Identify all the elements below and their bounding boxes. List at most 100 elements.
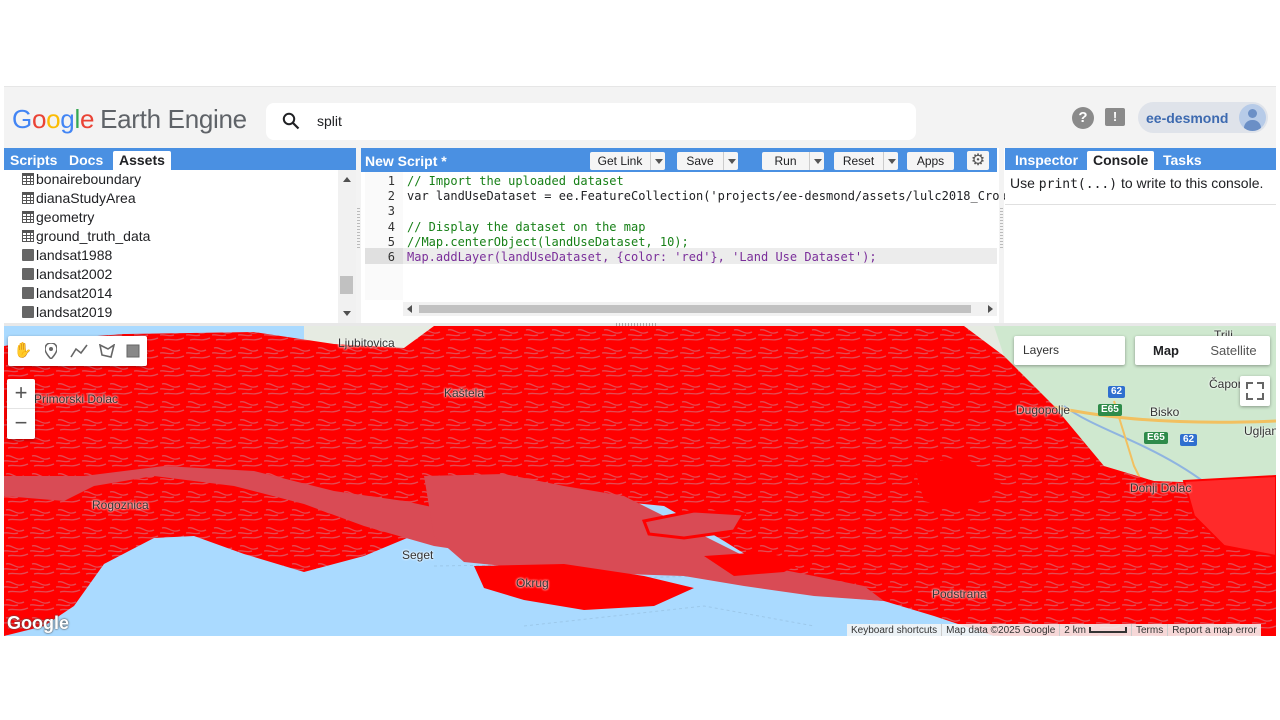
drawing-tools: ✋ — [8, 336, 147, 366]
tab-tasks[interactable]: Tasks — [1157, 151, 1208, 170]
asset-name: ground_truth_data — [36, 228, 151, 244]
terms-link[interactable]: Terms — [1132, 624, 1169, 636]
place-label: Bisko — [1150, 405, 1180, 419]
search-box[interactable]: split — [266, 103, 916, 140]
search-input[interactable]: split — [317, 113, 342, 129]
chevron-down-icon[interactable] — [650, 152, 665, 170]
console-text: to write to this console. — [1117, 175, 1264, 191]
map-data-text: Map data ©2025 Google — [942, 624, 1061, 636]
tab-docs[interactable]: Docs — [63, 151, 109, 170]
save-label: Save — [686, 154, 714, 168]
list-item[interactable]: geometry — [22, 208, 94, 227]
map-type-map[interactable]: Map — [1135, 336, 1197, 365]
console-message: Use print(...) to write to this console. — [1010, 175, 1263, 192]
line-number: 6 — [387, 250, 395, 264]
marker-icon[interactable] — [40, 341, 62, 361]
asset-list: bonaireboundary dianaStudyArea geometry … — [4, 170, 338, 323]
list-item[interactable]: landsat2014 — [22, 284, 112, 303]
table-icon — [22, 173, 34, 185]
list-item[interactable]: landsat1988 — [22, 246, 112, 265]
list-item[interactable]: landsat2002 — [22, 265, 112, 284]
place-label: Seget — [402, 548, 434, 562]
account-chip[interactable]: ee-desmond — [1138, 102, 1268, 133]
tab-scripts[interactable]: Scripts — [4, 151, 63, 170]
place-label: Okrug — [516, 576, 549, 590]
zoom-in-button[interactable]: + — [7, 379, 35, 409]
gear-icon[interactable]: ⚙ — [967, 151, 989, 170]
logo-letter: o — [31, 104, 47, 134]
editor-toolbar: New Script * Get Link Save Run Reset App… — [361, 148, 997, 172]
tab-inspector[interactable]: Inspector — [1009, 151, 1084, 170]
scroll-down-icon[interactable] — [343, 311, 351, 316]
place-label: Ugljane — [1244, 424, 1276, 438]
avatar[interactable] — [1239, 104, 1266, 131]
land-use-layer — [4, 326, 1276, 636]
script-title[interactable]: New Script * — [365, 153, 447, 169]
line-tool-icon[interactable] — [68, 341, 90, 361]
road-shield: 62 — [1108, 386, 1126, 398]
line-number: 1 — [387, 174, 395, 188]
polygon-tool-icon[interactable] — [96, 341, 118, 361]
code-line[interactable]: var landUseDataset = ee.FeatureCollectio… — [407, 189, 1007, 203]
app-header: Google Earth Engine split ? ! ee-desmond — [4, 86, 1276, 148]
account-name: ee-desmond — [1146, 110, 1229, 126]
get-link-button[interactable]: Get Link — [590, 152, 665, 170]
map-canvas[interactable]: Ljubitovica Čapor Bisko Ugljane Dugopolj… — [4, 326, 1276, 636]
left-tab-bar: Scripts Docs Assets — [4, 148, 356, 170]
scroll-left-icon[interactable] — [407, 305, 412, 313]
code-line[interactable]: //Map.centerObject(landUseDataset, 10); — [407, 235, 689, 249]
right-panel-splitter[interactable] — [999, 148, 1004, 323]
keyboard-shortcuts-link[interactable]: Keyboard shortcuts — [847, 624, 943, 636]
list-item[interactable]: bonaireboundary — [22, 170, 141, 189]
place-label: Dugopolje — [1016, 403, 1071, 417]
reset-button[interactable]: Reset — [834, 152, 898, 170]
tab-console[interactable]: Console — [1087, 151, 1155, 170]
scroll-right-icon[interactable] — [988, 305, 993, 313]
chevron-down-icon[interactable] — [723, 152, 738, 170]
code-line[interactable]: // Display the dataset on the map — [407, 220, 645, 234]
chevron-down-icon[interactable] — [809, 152, 824, 170]
earth-engine-logo[interactable]: Google Earth Engine — [12, 104, 247, 135]
save-button[interactable]: Save — [677, 152, 738, 170]
pan-hand-icon[interactable]: ✋ — [12, 341, 34, 361]
image-icon — [22, 306, 34, 318]
help-icon[interactable]: ? — [1072, 107, 1094, 129]
scrollbar-thumb[interactable] — [419, 305, 971, 313]
console-panel: Inspector Console Tasks Use print(...) t… — [1005, 148, 1276, 323]
line-number: 4 — [387, 220, 395, 234]
rectangle-tool-icon[interactable] — [122, 341, 144, 361]
line-number: 2 — [387, 189, 395, 203]
code-area[interactable]: 1 2 3 4 5 6 // Import the uploaded datas… — [361, 172, 1007, 323]
code-editor-panel: New Script * Get Link Save Run Reset App… — [361, 148, 1007, 323]
place-label: Primorski Dolac — [34, 392, 119, 406]
apps-button[interactable]: Apps — [907, 152, 954, 170]
earth-engine-window: Google Earth Engine split ? ! ee-desmond … — [4, 86, 1276, 636]
asset-name: landsat2019 — [36, 304, 113, 320]
scrollbar-thumb[interactable] — [340, 276, 353, 294]
console-text: Use — [1010, 175, 1039, 191]
zoom-out-button[interactable]: − — [7, 409, 35, 439]
road-shield: 62 — [1180, 434, 1198, 446]
code-line[interactable]: Map.addLayer(landUseDataset, {color: 're… — [407, 250, 877, 264]
run-button[interactable]: Run — [762, 152, 824, 170]
feedback-icon[interactable]: ! — [1105, 108, 1125, 126]
asset-list-scrollbar[interactable] — [338, 170, 356, 323]
list-item[interactable]: dianaStudyArea — [22, 189, 136, 208]
layers-button[interactable]: Layers — [1014, 336, 1125, 365]
report-map-error-link[interactable]: Report a map error — [1168, 624, 1260, 636]
map-type-satellite[interactable]: Satellite — [1197, 336, 1270, 365]
scroll-up-icon[interactable] — [343, 177, 351, 182]
tab-assets[interactable]: Assets — [113, 151, 171, 170]
right-tab-bar: Inspector Console Tasks — [1005, 148, 1276, 170]
scale-indicator[interactable]: 2 km — [1060, 624, 1132, 636]
list-item[interactable]: ground_truth_data — [22, 227, 150, 246]
fullscreen-icon[interactable] — [1240, 376, 1270, 406]
chevron-down-icon[interactable] — [883, 152, 898, 170]
asset-name: landsat2014 — [36, 285, 113, 301]
table-icon — [22, 230, 34, 242]
map-attribution: Keyboard shortcuts Map data ©2025 Google 2… — [847, 624, 1261, 636]
place-label: Kaštela — [444, 386, 485, 400]
list-item[interactable]: landsat2019 — [22, 303, 112, 322]
code-horizontal-scrollbar[interactable] — [403, 302, 997, 316]
code-line[interactable]: // Import the uploaded dataset — [407, 174, 624, 188]
